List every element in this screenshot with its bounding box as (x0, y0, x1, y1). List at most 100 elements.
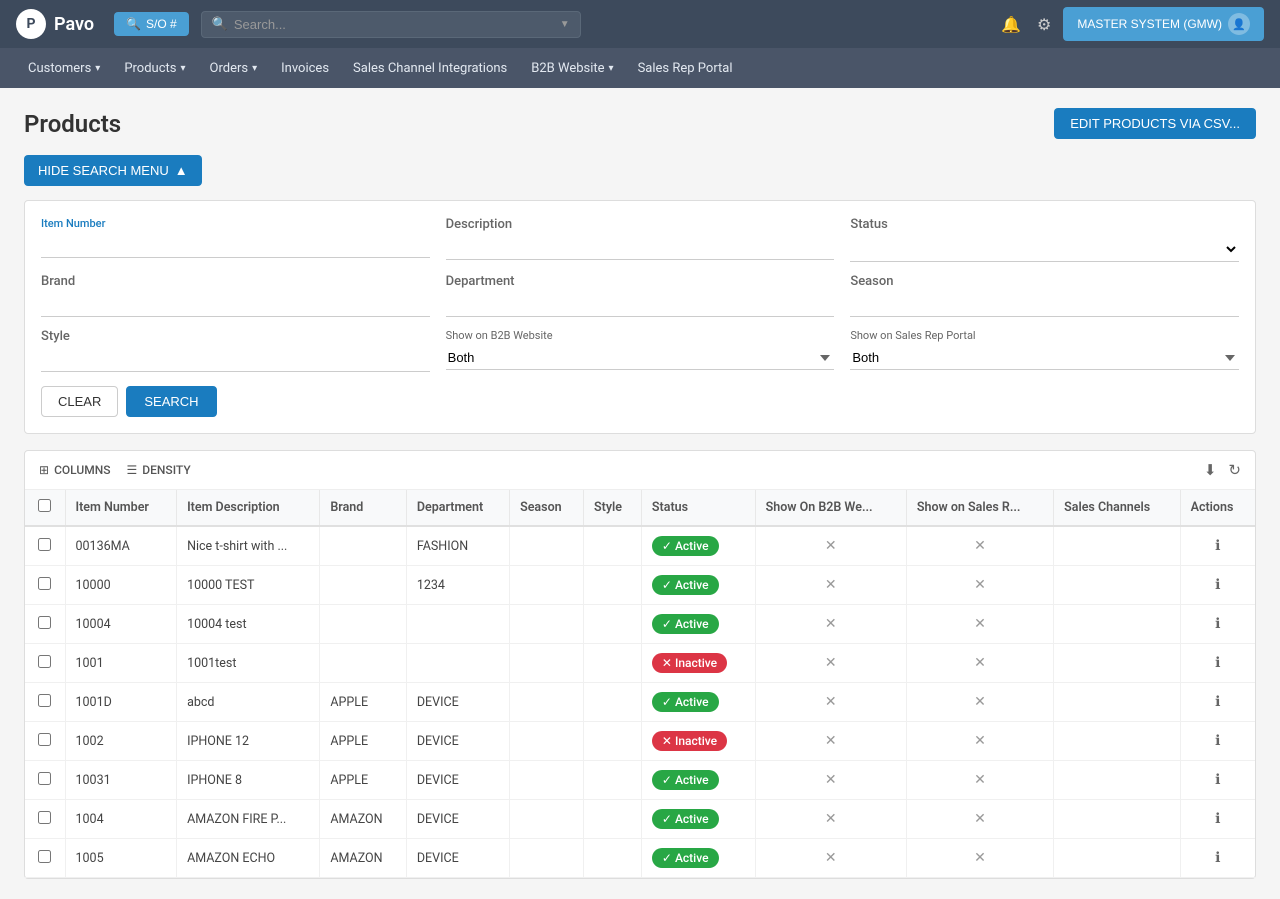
refresh-icon[interactable]: ↻ (1228, 461, 1241, 479)
cell-department: 1234 (406, 566, 509, 605)
status-badge: ✓ Active (652, 536, 719, 556)
nav-invoices[interactable]: Invoices (269, 51, 341, 86)
info-icon[interactable]: ℹ (1215, 616, 1220, 632)
cell-item-number: 1001D (65, 683, 177, 722)
cell-show-b2b: ✕ (755, 683, 906, 722)
status-select[interactable]: Active Inactive (850, 236, 1239, 262)
search-button[interactable]: SEARCH (126, 386, 216, 417)
cell-show-b2b: ✕ (755, 839, 906, 878)
nav-sales-channel[interactable]: Sales Channel Integrations (341, 51, 519, 86)
density-button[interactable]: ☰ DENSITY (127, 463, 191, 477)
cell-channels (1054, 761, 1181, 800)
cell-actions: ℹ (1180, 761, 1255, 800)
info-icon[interactable]: ℹ (1215, 850, 1220, 866)
cell-description: 10004 test (177, 605, 320, 644)
cell-item-number: 1005 (65, 839, 177, 878)
show-sales-rep-label: Show on Sales Rep Portal (850, 329, 1239, 342)
show-b2b-select[interactable]: Both Yes No (446, 346, 835, 370)
row-checkbox[interactable] (38, 850, 51, 863)
row-checkbox-cell (25, 761, 65, 800)
cell-style (584, 644, 642, 683)
search-icon: 🔍 (126, 17, 141, 31)
cell-status: ✓ Active (641, 839, 755, 878)
cell-brand (320, 644, 406, 683)
info-icon[interactable]: ℹ (1215, 577, 1220, 593)
info-icon[interactable]: ℹ (1215, 694, 1220, 710)
nav-orders[interactable]: Orders ▾ (198, 51, 270, 86)
col-item-number: Item Number (65, 490, 177, 526)
nav-products[interactable]: Products ▾ (112, 51, 197, 86)
cell-department: DEVICE (406, 761, 509, 800)
settings-icon[interactable]: ⚙ (1037, 15, 1051, 34)
table-header-row: Item Number Item Description Brand Depar… (25, 490, 1255, 526)
columns-button[interactable]: ⊞ COLUMNS (39, 463, 111, 477)
table-row: 10004 10004 test ✓ Active ✕ ✕ ℹ (25, 605, 1255, 644)
row-checkbox[interactable] (38, 538, 51, 551)
cell-actions: ℹ (1180, 605, 1255, 644)
row-checkbox[interactable] (38, 811, 51, 824)
cell-style (584, 761, 642, 800)
main-content: Products EDIT PRODUCTS VIA CSV... HIDE S… (0, 88, 1280, 899)
x-mark-b2b: ✕ (825, 733, 837, 749)
density-icon: ☰ (127, 463, 138, 477)
master-system-button[interactable]: MASTER SYSTEM (GMW) 👤 (1063, 7, 1264, 41)
row-checkbox[interactable] (38, 694, 51, 707)
description-label: Description (446, 217, 835, 232)
nav-b2b[interactable]: B2B Website ▾ (519, 51, 625, 86)
row-checkbox[interactable] (38, 616, 51, 629)
row-checkbox[interactable] (38, 772, 51, 785)
global-search-input[interactable] (234, 17, 554, 32)
col-show-sales: Show on Sales R... (906, 490, 1053, 526)
download-icon[interactable]: ⬇ (1204, 461, 1217, 479)
info-icon[interactable]: ℹ (1215, 772, 1220, 788)
cell-style (584, 800, 642, 839)
department-input[interactable] (446, 293, 835, 317)
season-input[interactable] (850, 293, 1239, 317)
info-icon[interactable]: ℹ (1215, 811, 1220, 827)
hide-search-button[interactable]: HIDE SEARCH MENU ▲ (24, 155, 202, 186)
show-sales-rep-select[interactable]: Both Yes No (850, 346, 1239, 370)
cell-item-number: 1002 (65, 722, 177, 761)
cell-brand: APPLE (320, 761, 406, 800)
so-button-label: S/O # (146, 17, 177, 31)
x-mark-sales: ✕ (974, 655, 986, 671)
app-logo: P Pavo (16, 9, 94, 39)
description-field: Description (446, 217, 835, 262)
cell-brand (320, 526, 406, 566)
cell-style (584, 683, 642, 722)
info-icon[interactable]: ℹ (1215, 655, 1220, 671)
row-checkbox[interactable] (38, 655, 51, 668)
brand-label: Brand (41, 274, 430, 289)
nav-sales-rep[interactable]: Sales Rep Portal (626, 51, 745, 86)
info-icon[interactable]: ℹ (1215, 538, 1220, 554)
row-checkbox[interactable] (38, 733, 51, 746)
x-mark-b2b: ✕ (825, 772, 837, 788)
season-label: Season (850, 274, 1239, 289)
select-all-checkbox[interactable] (38, 499, 51, 512)
search-row-2: Brand Department Season (41, 274, 1239, 317)
cell-show-b2b: ✕ (755, 761, 906, 800)
notification-icon[interactable]: 🔔 (1001, 15, 1021, 34)
row-checkbox-cell (25, 683, 65, 722)
edit-csv-button[interactable]: EDIT PRODUCTS VIA CSV... (1054, 108, 1256, 139)
table-row: 1002 IPHONE 12 APPLE DEVICE ✕ Inactive ✕… (25, 722, 1255, 761)
description-input[interactable] (446, 236, 835, 260)
item-number-input[interactable] (41, 234, 430, 258)
global-search[interactable]: 🔍 ▼ (201, 11, 581, 38)
row-checkbox-cell (25, 839, 65, 878)
clear-button[interactable]: CLEAR (41, 386, 118, 417)
table-row: 10000 10000 TEST 1234 ✓ Active ✕ ✕ ℹ (25, 566, 1255, 605)
brand-input[interactable] (41, 293, 430, 317)
table-row: 00136MA Nice t-shirt with ... FASHION ✓ … (25, 526, 1255, 566)
cell-description: IPHONE 8 (177, 761, 320, 800)
style-input[interactable] (41, 348, 430, 372)
col-style: Style (584, 490, 642, 526)
so-button[interactable]: 🔍 S/O # (114, 12, 189, 36)
cell-channels (1054, 683, 1181, 722)
row-checkbox[interactable] (38, 577, 51, 590)
nav-customers[interactable]: Customers ▾ (16, 51, 112, 86)
cell-season (510, 605, 584, 644)
chevron-down-icon: ▾ (95, 63, 100, 74)
info-icon[interactable]: ℹ (1215, 733, 1220, 749)
select-all-header (25, 490, 65, 526)
